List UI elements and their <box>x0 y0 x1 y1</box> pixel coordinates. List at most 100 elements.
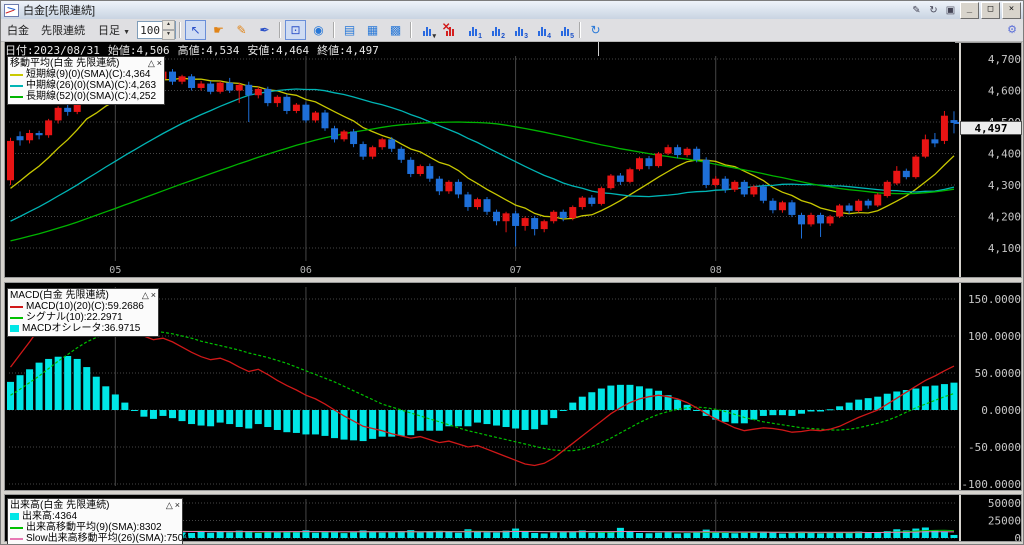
chart-window-button[interactable]: ▤ <box>339 20 360 40</box>
candle-body <box>340 131 348 140</box>
macd-histogram-bar <box>26 369 34 410</box>
refresh-button[interactable]: ↻ <box>585 20 606 40</box>
minimize-button[interactable]: _ <box>960 2 979 19</box>
candle-body <box>473 199 481 208</box>
hand-tool-button[interactable]: ☛ <box>208 20 229 40</box>
macd-histogram-bar <box>502 410 510 428</box>
period-dropdown[interactable]: 日足 ▼ <box>95 21 133 39</box>
candle-body <box>645 158 653 167</box>
legend-close-button[interactable]: × <box>175 500 180 510</box>
sma52-label: 長期線(52)(0)(SMA)(C):4,252 <box>26 91 157 102</box>
indicator-4-button[interactable]: 4 <box>531 20 552 40</box>
macd-histogram-bar <box>140 410 148 417</box>
legend-collapse-button[interactable]: △ <box>142 290 149 300</box>
crosshair-tool-button[interactable]: ⊡ <box>285 20 306 40</box>
close-button[interactable]: × <box>1002 2 1021 19</box>
select-tool-button[interactable]: ↖ <box>185 20 206 40</box>
toolbar-separator <box>333 22 335 38</box>
volume-bar <box>731 533 739 538</box>
chart-type-button[interactable]: ▾ <box>416 20 437 40</box>
volume-bar <box>940 531 948 538</box>
macd-histogram-bar <box>759 410 767 416</box>
svg-text:-50.0000: -50.0000 <box>968 441 1021 454</box>
macd-histogram-bar <box>864 398 872 410</box>
app-chart-icon <box>4 3 19 17</box>
duplicate-window-icon[interactable]: ▣ <box>943 4 958 18</box>
candle-body <box>302 104 310 121</box>
volume-bar <box>512 528 520 538</box>
candle-body <box>893 170 901 184</box>
volume-bar <box>597 532 605 538</box>
candle-body <box>655 153 663 167</box>
info-item: 日付:2023/08/31 <box>5 44 100 56</box>
macd-histogram-bar <box>559 410 567 411</box>
macd-legend[interactable]: MACD(白金 先限連続) △ × MACD(10)(20)(C):59.2686… <box>7 288 159 337</box>
remove-indicator-button[interactable]: ✕ <box>439 20 460 40</box>
svg-text:4,200: 4,200 <box>988 211 1021 224</box>
volume-bar <box>893 529 901 538</box>
svg-text:4,400: 4,400 <box>988 148 1021 161</box>
grid-view-button[interactable]: ▩ <box>385 20 406 40</box>
candle-body <box>616 175 624 182</box>
candle-body <box>626 169 634 182</box>
stepper-up-button[interactable]: ▲ <box>162 20 175 30</box>
bar-count-stepper[interactable]: 100 ▲ ▼ <box>137 20 176 40</box>
navigate-button[interactable]: ◉ <box>308 20 329 40</box>
month-label: 05 <box>109 265 121 276</box>
quote-board-button[interactable]: ▦ <box>362 20 383 40</box>
legend-close-button[interactable]: × <box>151 290 156 300</box>
legend-close-button[interactable]: × <box>157 58 162 68</box>
indicator-2-button[interactable]: 2 <box>485 20 506 40</box>
bar-count-value[interactable]: 100 <box>138 24 162 37</box>
candle-body <box>464 194 472 208</box>
candle-body <box>26 133 34 141</box>
annotate-icon[interactable]: ✎ <box>909 4 924 18</box>
pencil-tool-button[interactable]: ✎ <box>231 20 252 40</box>
legend-collapse-button[interactable]: △ <box>166 500 173 510</box>
svg-text:-100.0000: -100.0000 <box>961 478 1021 490</box>
indicator-5-button[interactable]: 5 <box>554 20 575 40</box>
maximize-button[interactable]: □ <box>981 2 1000 19</box>
indicator-3-button[interactable]: 3 <box>508 20 529 40</box>
candle-body <box>216 82 224 92</box>
candle-body <box>731 181 739 190</box>
macd-histogram-bar <box>588 392 596 410</box>
svg-text:4,700: 4,700 <box>988 53 1021 66</box>
macd-histogram-bar <box>855 399 863 410</box>
candle-body <box>759 186 767 201</box>
stepper-down-button[interactable]: ▼ <box>162 30 175 40</box>
candle-body <box>721 178 729 190</box>
macd-histogram-bar <box>245 410 253 429</box>
candle-body <box>797 214 805 225</box>
macd-histogram-bar <box>950 382 958 410</box>
macd-histogram-bar <box>321 410 329 436</box>
macd-histogram-bar <box>569 402 577 410</box>
legend-collapse-button[interactable]: △ <box>148 58 155 68</box>
candle-body <box>940 115 948 141</box>
settings-wrench-icon[interactable]: ⚙ <box>1007 23 1017 36</box>
volume-legend[interactable]: 出来高(白金 先限連続) △ × 出来高:4364 出来高移動平均(9)(SMA)… <box>7 498 189 544</box>
volume-bar <box>483 532 491 538</box>
reload-icon[interactable]: ↻ <box>926 4 941 18</box>
candle-body <box>331 128 339 140</box>
volume-legend-title: 出来高(白金 先限連続) <box>10 500 110 511</box>
macd-histogram-bar <box>550 410 558 419</box>
macd-histogram-bar <box>845 402 853 410</box>
oscillator-swatch <box>10 325 19 332</box>
candle-body <box>864 200 872 206</box>
volume-bar <box>664 532 672 538</box>
axis-divider <box>959 283 961 490</box>
candle-body <box>531 218 539 230</box>
volume-bar <box>712 532 720 538</box>
macd-histogram-bar <box>178 410 186 422</box>
sma26-swatch <box>10 84 23 87</box>
volume-ma26-swatch <box>10 537 23 540</box>
titlebar[interactable]: 白金[先限連続] ✎ ↻ ▣ _ □ × <box>1 1 1023 20</box>
candle-body <box>311 112 319 121</box>
pen-tool-button[interactable]: ✒ <box>254 20 275 40</box>
candle-body <box>245 84 253 96</box>
volume-bar <box>473 531 481 538</box>
indicator-1-button[interactable]: 1 <box>462 20 483 40</box>
ma-legend[interactable]: 移動平均(白金 先限連続) △ × 短期線(9)(0)(SMA)(C):4,364… <box>7 56 165 105</box>
symbol-label: 白金 <box>7 25 29 37</box>
